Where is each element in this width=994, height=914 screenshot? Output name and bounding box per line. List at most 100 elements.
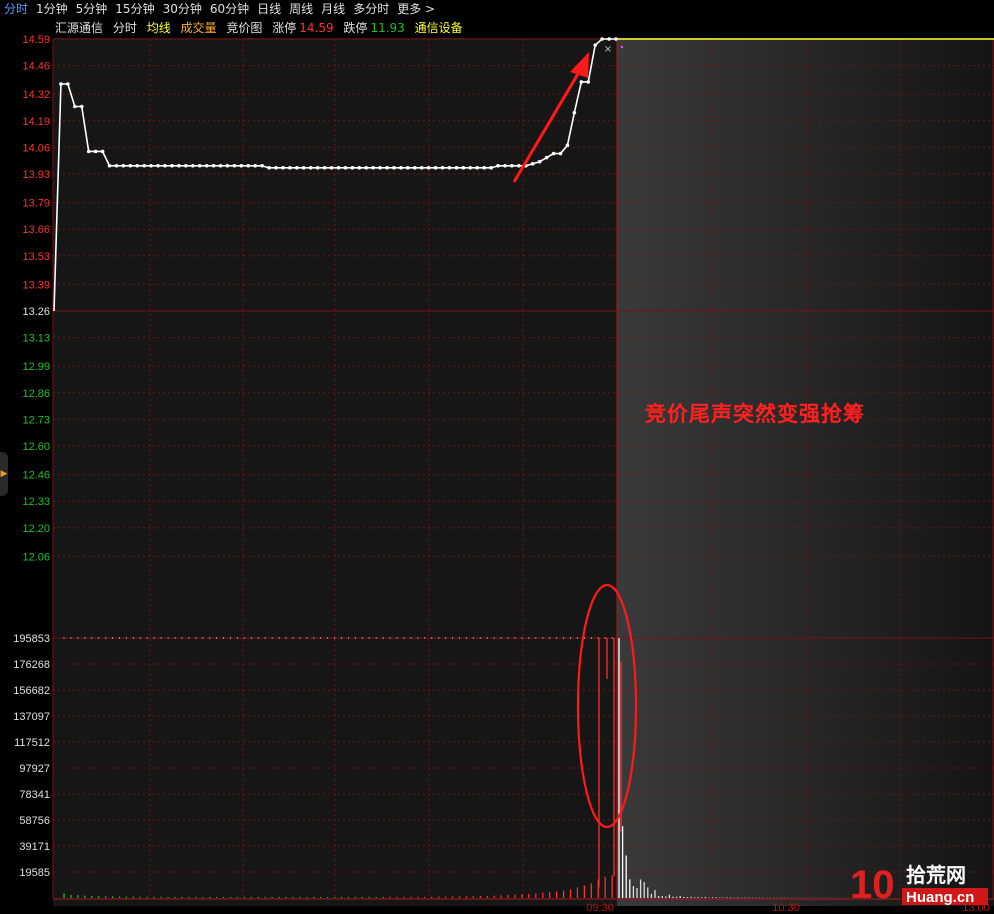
- auction-price-point: [225, 163, 230, 168]
- auction-price-point: [419, 166, 424, 170]
- auction-price-point: [204, 163, 209, 168]
- auction-price-point: [156, 163, 160, 168]
- limit-up-label: 涨停: [272, 21, 297, 35]
- auction-price-point: [107, 163, 112, 168]
- auction-price-point: [350, 166, 355, 170]
- volume-tick-label: 137097: [13, 711, 50, 723]
- auction-price-point: [364, 166, 369, 170]
- auction-price-point: [572, 110, 577, 115]
- volume-tick-label: 58756: [19, 815, 50, 827]
- auction-price-point: [329, 166, 334, 170]
- auction-price-point: [239, 163, 244, 168]
- logo-domain: Huang.cn: [906, 889, 974, 906]
- auction-price-point: [301, 166, 306, 170]
- logo-name: 拾荒网: [906, 863, 966, 887]
- auction-price-point: [399, 166, 403, 170]
- auction-price-point: [454, 166, 459, 170]
- auction-price-point: [530, 161, 535, 166]
- auction-price-point: [79, 104, 84, 109]
- price-tick-label: 12.86: [22, 388, 50, 400]
- auction-price-point: [135, 163, 140, 168]
- tab-1[interactable]: 1分钟: [32, 0, 72, 18]
- auction-price-point: [433, 166, 438, 170]
- volume-tick-label: 195853: [13, 633, 50, 645]
- price-tick-label: 13.26: [22, 306, 50, 318]
- auction-price-point: [142, 163, 146, 168]
- auction-price-point: [121, 163, 126, 168]
- price-tick-label: 12.33: [22, 496, 50, 508]
- tab-10[interactable]: 更多 >: [393, 0, 439, 18]
- price-tick-label: 13.66: [22, 224, 50, 236]
- tab-0[interactable]: 分时: [0, 0, 32, 18]
- limit-down-value: 11.93: [370, 21, 405, 35]
- chart-canvas[interactable]: 14.59 14.46 14.32 14.19 14.06 13.93 13.79 13.66…: [0, 0, 994, 914]
- auction-price-point: [385, 166, 389, 170]
- auction-price-point: [517, 163, 521, 168]
- auction-price-point: [322, 166, 327, 170]
- price-tick-label: 13.13: [22, 333, 50, 345]
- auction-price-point: [267, 166, 271, 170]
- auction-toggle[interactable]: 竞价图: [226, 21, 262, 35]
- auction-price-point: [163, 163, 167, 168]
- price-axis: 14.59 14.46 14.32 14.19 14.06 13.93 13.79 13.66…: [22, 34, 50, 563]
- price-tick-label: 12.06: [22, 551, 50, 563]
- auction-price-point: [114, 163, 119, 168]
- auction-price-point: [343, 166, 348, 170]
- volume-tick-label: 39171: [19, 841, 50, 853]
- auction-price-point: [260, 163, 264, 168]
- auction-price-point: [586, 80, 591, 84]
- auction-price-point: [93, 149, 98, 154]
- auction-price-point: [392, 166, 396, 170]
- auction-price-point: [128, 163, 133, 168]
- price-tick-label: 14.32: [22, 89, 50, 101]
- tab-3[interactable]: 15分钟: [111, 0, 158, 18]
- auction-price-point: [496, 163, 500, 168]
- cursor-dot: [620, 45, 624, 49]
- price-tick-label: 13.39: [22, 279, 50, 291]
- mode-label[interactable]: 分时: [113, 21, 137, 35]
- volume-tick-label: 78341: [19, 789, 50, 801]
- auction-price-point: [211, 163, 216, 168]
- auction-price-point: [149, 163, 153, 168]
- limit-down-label: 跌停: [343, 21, 368, 35]
- tab-7[interactable]: 周线: [285, 0, 317, 18]
- avg-line-toggle[interactable]: 均线: [147, 21, 171, 35]
- tab-9[interactable]: 多分时: [349, 0, 393, 18]
- tab-4[interactable]: 30分钟: [159, 0, 206, 18]
- price-tick-label: 13.53: [22, 251, 50, 263]
- price-tick-label: 12.46: [22, 470, 50, 482]
- auction-price-point: [579, 80, 584, 84]
- auction-price-point: [281, 166, 285, 170]
- tab-6[interactable]: 日线: [253, 0, 285, 18]
- auction-price-point: [315, 166, 320, 170]
- auction-price-point: [232, 163, 237, 168]
- info-bar: 汇源通信 分时 均线 成交量 竞价图 涨停 14.59 跌停 11.93 通信设备: [55, 20, 469, 36]
- auction-price-point: [440, 166, 445, 170]
- auction-price-point: [73, 104, 77, 109]
- tab-8[interactable]: 月线: [317, 0, 349, 18]
- price-tick-label: 14.19: [22, 116, 50, 128]
- sector-label[interactable]: 通信设备: [415, 21, 463, 35]
- auction-price-point: [482, 166, 486, 170]
- auction-price-point: [426, 166, 431, 170]
- auction-price-point: [468, 166, 473, 170]
- volume-tick-label: 176268: [13, 659, 50, 671]
- auction-price-point: [558, 151, 563, 156]
- volume-toggle[interactable]: 成交量: [181, 21, 217, 35]
- chevron-right-icon[interactable]: ▶: [0, 452, 8, 496]
- auction-price-point: [218, 163, 223, 168]
- auction-price-point: [461, 166, 466, 170]
- tab-5[interactable]: 60分钟: [206, 0, 253, 18]
- auction-price-point: [295, 166, 299, 170]
- auction-price-point: [288, 166, 292, 170]
- auction-price-point: [600, 37, 604, 41]
- auction-price-point: [412, 166, 417, 170]
- auction-price-point: [197, 163, 202, 168]
- annotation-text: 竞价尾声突然变强抢筹: [645, 401, 865, 426]
- tab-2[interactable]: 5分钟: [72, 0, 112, 18]
- price-tick-label: 13.79: [22, 198, 50, 210]
- auction-price-point: [308, 166, 313, 170]
- auction-price-point: [510, 163, 514, 168]
- auction-price-point: [177, 163, 181, 168]
- price-tick-label: 14.46: [22, 61, 50, 73]
